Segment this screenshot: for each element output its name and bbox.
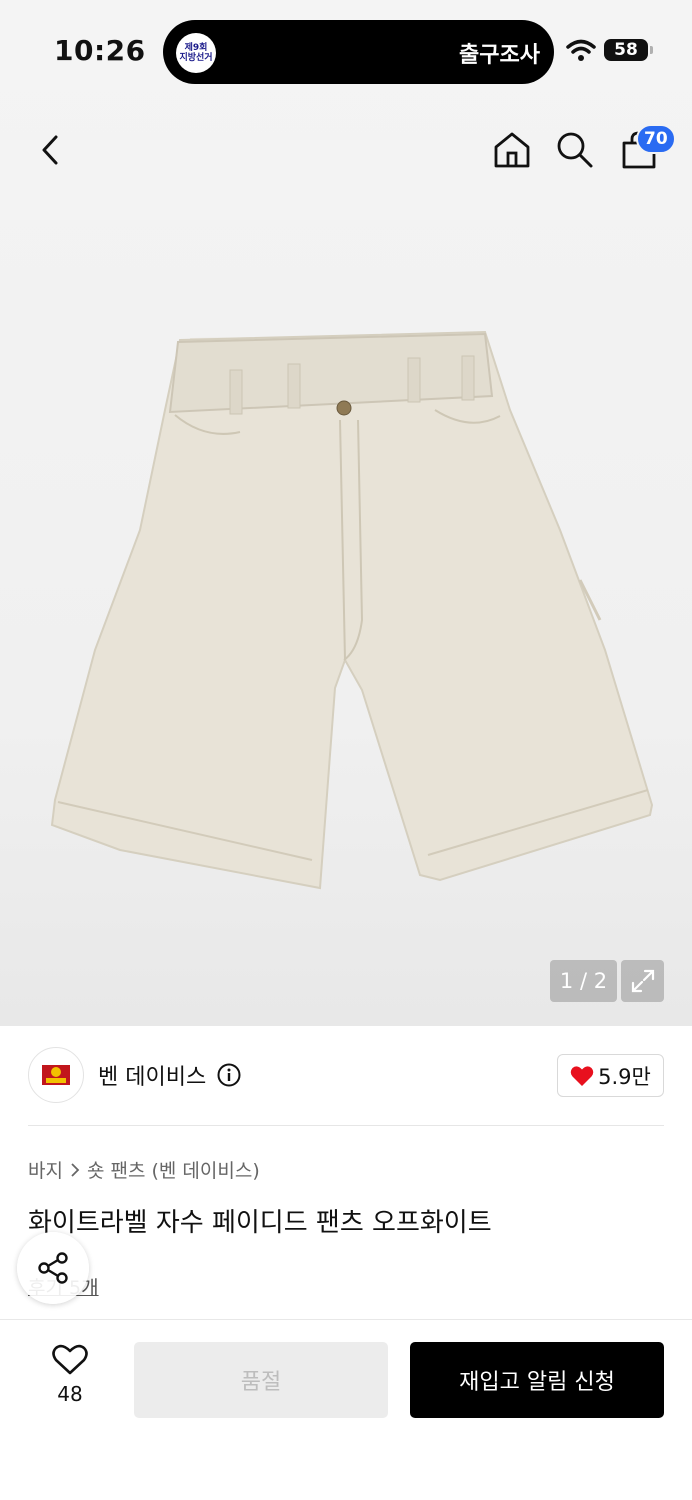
breadcrumb: 바지 숏 팬츠 (벤 데이비스) (28, 1156, 260, 1183)
island-badge-line1: 제9회 (184, 43, 208, 53)
restock-alert-button[interactable]: 재입고 알림 신청 (410, 1342, 664, 1418)
status-time: 10:26 (54, 34, 146, 67)
election-badge-icon: 제9회 지방선거 (176, 33, 216, 73)
soldout-button: 품절 (134, 1342, 388, 1418)
island-text: 출구조사 (459, 43, 540, 68)
brand-like-count: 5.9만 (598, 1064, 651, 1089)
wifi-icon (566, 39, 596, 61)
expand-icon (631, 969, 654, 993)
divider (28, 1125, 664, 1126)
home-button[interactable] (490, 128, 534, 172)
bottom-bar-border (0, 1319, 692, 1320)
heart-filled-icon (570, 1065, 594, 1086)
breadcrumb-category[interactable]: 바지 (28, 1156, 63, 1183)
battery-indicator: 58 (604, 39, 653, 61)
dynamic-island[interactable]: 제9회 지방선거 출구조사 (163, 20, 554, 84)
image-counter: 1 / 2 (550, 960, 617, 1002)
brand-like-button[interactable]: 5.9만 (557, 1054, 664, 1097)
brand-logo[interactable] (28, 1047, 84, 1103)
favorite-count: 48 (57, 1382, 83, 1406)
info-icon[interactable] (217, 1063, 241, 1087)
breadcrumb-subcategory[interactable]: 숏 팬츠 (벤 데이비스) (87, 1156, 260, 1183)
expand-image-button[interactable] (621, 960, 664, 1002)
search-button[interactable] (553, 128, 597, 172)
chevron-right-icon (71, 1162, 80, 1177)
home-icon (494, 132, 530, 168)
island-badge-line2: 지방선거 (179, 53, 213, 63)
favorite-button[interactable]: 48 (40, 1344, 100, 1414)
ben-davis-logo-icon (42, 1065, 70, 1085)
product-title: 화이트라벨 자수 페이디드 팬츠 오프화이트 (28, 1208, 492, 1238)
product-image-gallery[interactable]: 10:26 제9회 지방선거 출구조사 58 70 1 / 2 (0, 0, 692, 1026)
chevron-left-icon (42, 135, 58, 165)
back-button[interactable] (28, 128, 72, 172)
share-icon (38, 1252, 68, 1284)
search-icon (557, 132, 593, 168)
product-image (50, 330, 654, 890)
share-button[interactable] (17, 1232, 89, 1304)
cart-count-badge: 70 (636, 124, 676, 154)
heart-outline-icon (52, 1344, 88, 1375)
brand-name[interactable]: 벤 데이비스 (98, 1059, 206, 1091)
